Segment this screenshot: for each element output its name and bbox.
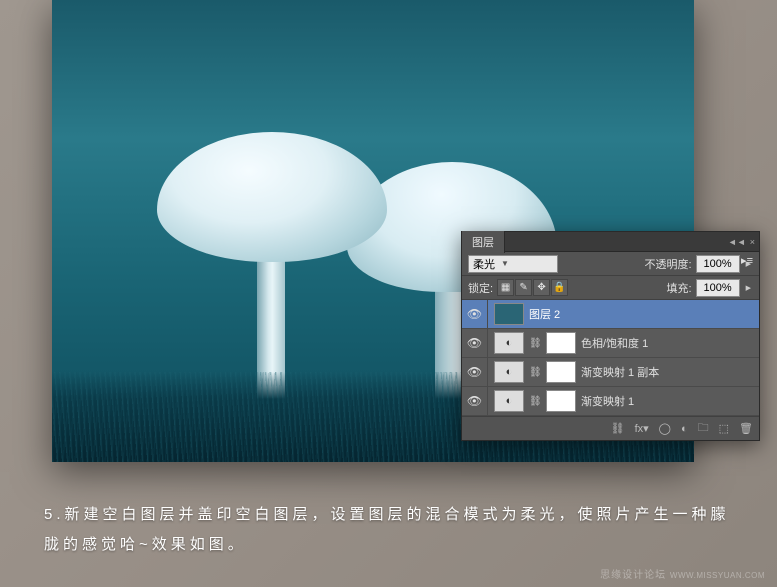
visibility-toggle-icon[interactable]: 👁 [462, 300, 488, 328]
mask-thumbnail[interactable] [546, 332, 576, 354]
fill-label: 填充: [667, 280, 692, 296]
lock-label: 锁定: [468, 280, 493, 296]
link-mask-icon[interactable]: ⛓ [529, 396, 541, 407]
new-layer-icon[interactable]: ⬚ [719, 422, 729, 435]
layer-effects-icon[interactable]: fx▾ [635, 422, 649, 435]
layer-row[interactable]: 👁 ◐ ⛓ 渐变映射 1 副本 [462, 358, 759, 387]
opacity-input[interactable]: 100% [696, 255, 740, 273]
panel-tab-bar: 图层 ◄◄ × ▸≡ [462, 232, 759, 252]
link-layers-icon[interactable]: ⛓ [611, 422, 625, 435]
layer-name-label: 图层 2 [529, 306, 560, 322]
lock-position-icon[interactable]: ✥ [533, 279, 550, 296]
new-group-icon[interactable]: 🗀 [698, 419, 709, 438]
mushroom-left [157, 132, 387, 412]
adjustment-thumbnail[interactable]: ◐ [494, 332, 524, 354]
lock-pixels-icon[interactable]: ✎ [515, 279, 532, 296]
adjustment-thumbnail[interactable]: ◐ [494, 361, 524, 383]
layer-row[interactable]: 👁 ◐ ⛓ 色相/饱和度 1 [462, 329, 759, 358]
tab-layers[interactable]: 图层 [462, 231, 505, 253]
link-mask-icon[interactable]: ⛓ [529, 338, 541, 349]
add-mask-icon[interactable]: ◯ [659, 422, 671, 435]
lock-transparency-icon[interactable]: ▦ [497, 279, 514, 296]
panel-menu-icon[interactable]: ▸≡ [739, 254, 755, 267]
layer-name-label: 色相/饱和度 1 [581, 335, 648, 351]
layer-name-label: 渐变映射 1 副本 [581, 364, 659, 380]
visibility-toggle-icon[interactable]: 👁 [462, 387, 488, 415]
visibility-toggle-icon[interactable]: 👁 [462, 358, 488, 386]
link-mask-icon[interactable]: ⛓ [529, 367, 541, 378]
chevron-down-icon: ▼ [501, 259, 509, 268]
layer-thumbnail[interactable] [494, 303, 524, 325]
mask-thumbnail[interactable] [546, 390, 576, 412]
lock-row: 锁定: ▦ ✎ ✥ 🔒 填充: 100% ▶ [462, 276, 759, 300]
fill-input[interactable]: 100% [696, 279, 740, 297]
close-panel-icon[interactable]: × [750, 237, 755, 247]
blend-mode-select[interactable]: 柔光 ▼ [468, 255, 558, 273]
layer-row[interactable]: 👁 ◐ ⛓ 渐变映射 1 [462, 387, 759, 416]
layer-row[interactable]: 👁 图层 2 [462, 300, 759, 329]
watermark-site: 思缘设计论坛 [600, 570, 666, 581]
visibility-toggle-icon[interactable]: 👁 [462, 329, 488, 357]
layers-panel: 图层 ◄◄ × ▸≡ 柔光 ▼ 不透明度: 100% ▶ 锁定: ▦ ✎ ✥ 🔒… [461, 231, 760, 441]
watermark: 思缘设计论坛 WWW.MISSYUAN.COM [600, 566, 765, 581]
instruction-caption: 5.新建空白图层并盖印空白图层，设置图层的混合模式为柔光，使照片产生一种朦胧的感… [44, 500, 733, 560]
blend-mode-value: 柔光 [473, 256, 495, 272]
watermark-url: WWW.MISSYUAN.COM [670, 571, 765, 580]
fill-flyout-icon[interactable]: ▶ [744, 284, 753, 292]
new-adjustment-icon[interactable]: ◐ [681, 423, 688, 435]
mask-thumbnail[interactable] [546, 361, 576, 383]
collapse-icon[interactable]: ◄◄ [728, 237, 746, 247]
blend-mode-row: 柔光 ▼ 不透明度: 100% ▶ [462, 252, 759, 276]
layer-list: 👁 图层 2 👁 ◐ ⛓ 色相/饱和度 1 👁 ◐ ⛓ 渐变映射 1 副本 [462, 300, 759, 416]
lock-all-icon[interactable]: 🔒 [551, 279, 568, 296]
adjustment-thumbnail[interactable]: ◐ [494, 390, 524, 412]
panel-footer: ⛓ fx▾ ◯ ◐ 🗀 ⬚ 🗑 [462, 416, 759, 440]
opacity-label: 不透明度: [645, 256, 692, 272]
delete-layer-icon[interactable]: 🗑 [739, 422, 753, 435]
layer-name-label: 渐变映射 1 [581, 393, 634, 409]
